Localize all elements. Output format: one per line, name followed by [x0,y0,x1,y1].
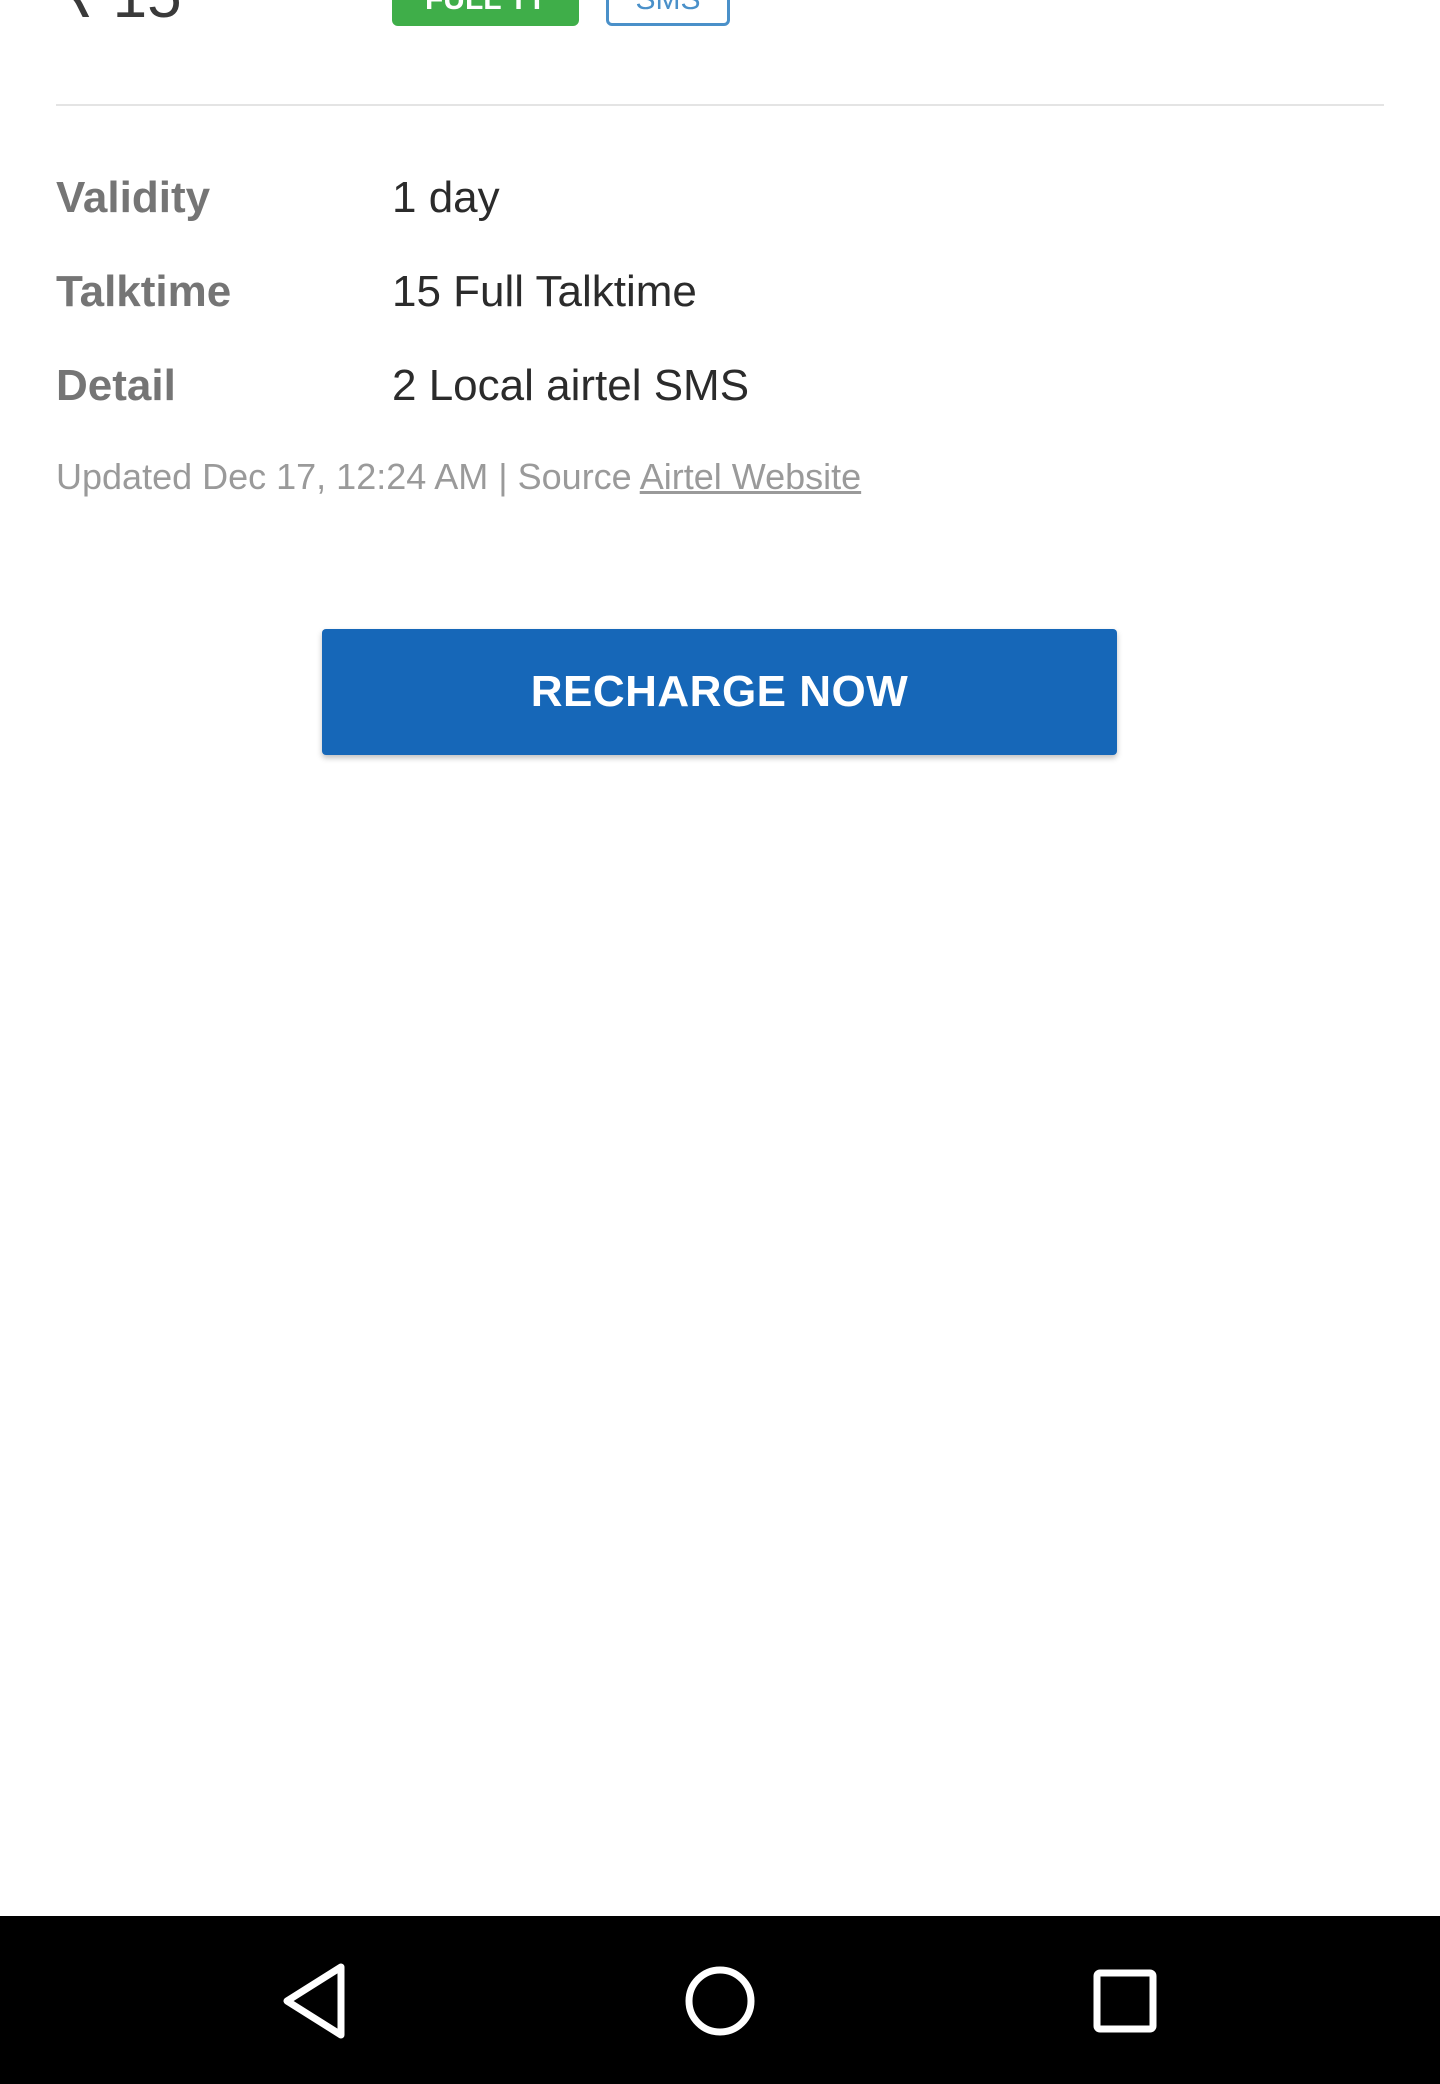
detail-row-detail: Detail 2 Local airtel SMS [56,356,1384,416]
recharge-now-button[interactable]: RECHARGE NOW [322,629,1117,755]
detail-row-validity: Validity 1 day [56,168,1384,228]
validity-value: 1 day [392,173,500,222]
plan-price: ₹ 15 [56,0,182,28]
sms-badge: SMS [606,0,730,26]
talktime-value: 15 Full Talktime [392,267,697,316]
validity-label: Validity [56,173,211,222]
full-tt-badge: FULL TT [392,0,579,26]
divider [56,104,1384,106]
detail-value: 2 Local airtel SMS [392,361,750,410]
detail-row-talktime: Talktime 15 Full Talktime [56,262,1384,322]
back-triangle-icon[interactable] [270,1956,360,2046]
source-link[interactable]: Airtel Website [640,456,861,497]
updated-source-text: Updated Dec 17, 12:24 AM | Source Airtel… [56,452,861,502]
home-circle-icon[interactable] [675,1956,765,2046]
talktime-label: Talktime [56,267,232,316]
system-nav-bar [0,1916,1440,2084]
plan-detail-page: ₹ 15 FULL TT SMS Validity 1 day Talktime… [0,0,1440,2084]
detail-label: Detail [56,361,176,410]
updated-text: Updated Dec 17, 12:24 AM | Source [56,456,640,497]
recents-square-icon[interactable] [1080,1956,1170,2046]
